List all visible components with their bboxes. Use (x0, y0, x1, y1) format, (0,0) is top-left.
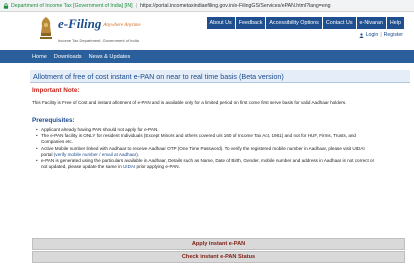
brand-tagline: Anywhere Anytime (103, 22, 141, 28)
prerequisite-text-end: . (137, 151, 140, 157)
prerequisite-item: The e-PAN facility is ONLY for resident … (36, 133, 377, 145)
prerequisites-list: Applicant already having PAN should not … (30, 127, 410, 170)
check-epan-status-button[interactable]: Check instant e-PAN Status (32, 251, 405, 263)
site-identity[interactable]: Department of Income Tax [Government of … (11, 3, 133, 9)
brand-name: e-Filing (58, 16, 102, 31)
main-content: Allotment of free of cost instant e-PAN … (30, 70, 410, 170)
user-icon (359, 32, 364, 38)
prerequisite-text-end: prior applying e-PAN. (135, 164, 180, 170)
uidai-link[interactable]: UIDAI (123, 164, 135, 169)
nav-e-nivaran[interactable]: e-Nivaran (356, 17, 387, 29)
important-note-text: This Facility is Free of Cost and instan… (32, 100, 347, 105)
nav-help[interactable]: Help (386, 17, 405, 29)
prerequisite-text: Applicant already having PAN should not … (41, 127, 159, 132)
brand-title[interactable]: e-Filing Anywhere Anytime (58, 16, 141, 32)
top-navigation: About Us Feedback Accessibility Options … (206, 17, 405, 29)
important-note-heading: Important Note: (32, 87, 80, 94)
lock-icon (3, 2, 9, 9)
auth-links: Login | Register (359, 32, 403, 38)
nav-feedback[interactable]: Feedback (235, 17, 267, 29)
prerequisites-heading: Prerequisites: (32, 117, 75, 124)
url-text[interactable]: https://portal.incometaxindiaefiling.gov… (140, 3, 331, 9)
browser-address-bar[interactable]: Department of Income Tax [Government of … (0, 0, 414, 12)
nav-about-us[interactable]: About Us (206, 17, 236, 29)
nav-accessibility-options[interactable]: Accessibility Options (266, 17, 323, 29)
brand-block[interactable]: e-Filing Anywhere Anytime Income Tax Depa… (58, 16, 141, 43)
prerequisite-item: e-PAN is generated using the particulars… (36, 158, 377, 170)
prerequisite-text: e-PAN is generated using the particulars… (41, 158, 375, 170)
menu-news-updates[interactable]: News & Updates (89, 54, 131, 60)
register-link[interactable]: Register (384, 32, 403, 38)
apply-instant-epan-button[interactable]: Apply instant e-PAN (32, 238, 405, 250)
address-divider: | (135, 2, 137, 9)
prerequisite-item: Active Mobile number linked with Aadhaar… (36, 146, 377, 158)
auth-divider: | (380, 32, 382, 38)
prerequisite-text: The e-PAN facility is ONLY for resident … (41, 133, 356, 145)
national-emblem-icon (38, 15, 54, 43)
menu-home[interactable]: Home (32, 54, 47, 60)
main-menu-bar: Home Downloads News & Updates (0, 50, 414, 63)
site-header: e-Filing Anywhere Anytime Income Tax Depa… (0, 12, 414, 48)
login-link[interactable]: Login (366, 32, 379, 38)
menu-downloads[interactable]: Downloads (54, 54, 82, 60)
verify-aadhaar-link[interactable]: (verify mobile number / email at Aadhaar… (54, 152, 138, 157)
brand-subtitle: Income Tax Department, Government of Ind… (58, 38, 139, 43)
page-title: Allotment of free of cost instant e-PAN … (30, 70, 410, 83)
nav-contact-us[interactable]: Contact Us (322, 17, 357, 29)
